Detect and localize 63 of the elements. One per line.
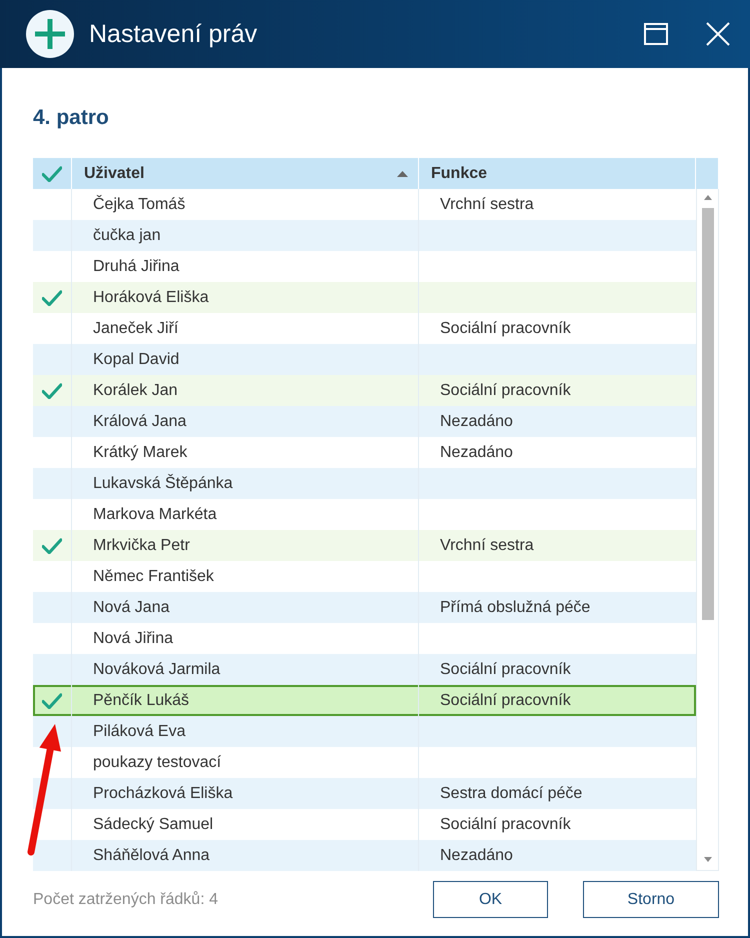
table-cell: Sestra domácí péče xyxy=(440,784,582,802)
table-row[interactable]: Piláková Eva xyxy=(33,716,696,747)
table-cell: Pěnčík Lukáš xyxy=(93,692,190,710)
table-row[interactable]: Mrkvička Petr Vrchní sestra xyxy=(33,530,696,561)
table-cell: Králová Jana xyxy=(93,412,186,430)
section-heading: 4. patro xyxy=(33,105,110,131)
table-cell: Krátký Marek xyxy=(93,444,188,462)
table-cell: Nezadáno xyxy=(440,412,513,430)
table-row[interactable]: Sháňělová Anna Nezadáno xyxy=(33,840,696,871)
table-cell: Sháňělová Anna xyxy=(93,846,210,864)
table-cell: čučka jan xyxy=(93,226,161,244)
window-title: Nastavení práv xyxy=(89,20,258,48)
scrollbar-thumb[interactable] xyxy=(702,208,714,620)
table-cell: Němec František xyxy=(93,568,214,586)
table-cell: Čejka Tomáš xyxy=(93,196,186,214)
scroll-down-icon[interactable] xyxy=(704,857,712,862)
table-row[interactable]: čučka jan xyxy=(33,220,696,251)
table-cell: Kopal David xyxy=(93,350,180,368)
table-cell: Sádecký Samuel xyxy=(93,816,214,834)
table-cell: Horáková Eliška xyxy=(93,288,209,306)
table-row[interactable]: Procházková Eliška Sestra domácí péče xyxy=(33,778,696,809)
table-cell: Sociální pracovník xyxy=(440,320,571,338)
table-cell: Korálek Jan xyxy=(93,382,178,400)
table-cell: Janeček Jiří xyxy=(93,320,178,338)
close-icon[interactable] xyxy=(706,22,730,46)
table-row[interactable]: Pěnčík Lukáš Sociální pracovník xyxy=(33,685,696,716)
table-row[interactable]: Kopal David xyxy=(33,344,696,375)
table-cell: Nová Jana xyxy=(93,598,170,616)
table-cell: Sociální pracovník xyxy=(440,692,571,710)
table-cell: Markova Markéta xyxy=(93,506,217,524)
check-icon xyxy=(42,166,62,182)
check-icon xyxy=(42,692,62,708)
table-cell: Piláková Eva xyxy=(93,722,186,740)
check-icon xyxy=(42,382,62,398)
table-cell: Mrkvička Petr xyxy=(93,536,190,554)
maximize-icon[interactable] xyxy=(644,23,668,45)
table-cell: Nezadáno xyxy=(440,444,513,462)
table-cell: poukazy testovací xyxy=(93,754,222,772)
scroll-up-icon[interactable] xyxy=(704,195,712,200)
table-row[interactable]: Horáková Eliška xyxy=(33,282,696,313)
check-icon xyxy=(42,290,62,306)
table-cell: Přímá obslužná péče xyxy=(440,598,590,616)
table-row[interactable]: Nováková Jarmila Sociální pracovník xyxy=(33,654,696,685)
table-cell: Sociální pracovník xyxy=(440,816,571,834)
table-cell: Lukavská Štěpánka xyxy=(93,474,233,492)
table-cell: Procházková Eliška xyxy=(93,784,233,802)
table-cell: Vrchní sestra xyxy=(440,196,534,214)
dialog-button[interactable]: OK xyxy=(433,881,548,918)
table-cell: Sociální pracovník xyxy=(440,660,571,678)
table-cell: Nováková Jarmila xyxy=(93,660,220,678)
plus-icon xyxy=(26,10,74,58)
table-row[interactable]: Nová Jana Přímá obslužná péče xyxy=(33,592,696,623)
checked-count-text: Počet zatržených řádků: 4 xyxy=(33,890,218,908)
table-cell: Druhá Jiřina xyxy=(93,258,180,276)
table-cell: Nová Jiřina xyxy=(93,630,174,648)
table-row[interactable]: Králová Jana Nezadáno xyxy=(33,406,696,437)
table-cell: Sociální pracovník xyxy=(440,382,571,400)
check-icon xyxy=(42,538,62,554)
table-cell: Nezadáno xyxy=(440,846,513,864)
dialog-button[interactable]: Storno xyxy=(583,881,719,918)
table-row[interactable]: Lukavská Štěpánka xyxy=(33,468,696,499)
table-row[interactable]: Korálek Jan Sociální pracovník xyxy=(33,375,696,406)
table-cell: Vrchní sestra xyxy=(440,536,534,554)
